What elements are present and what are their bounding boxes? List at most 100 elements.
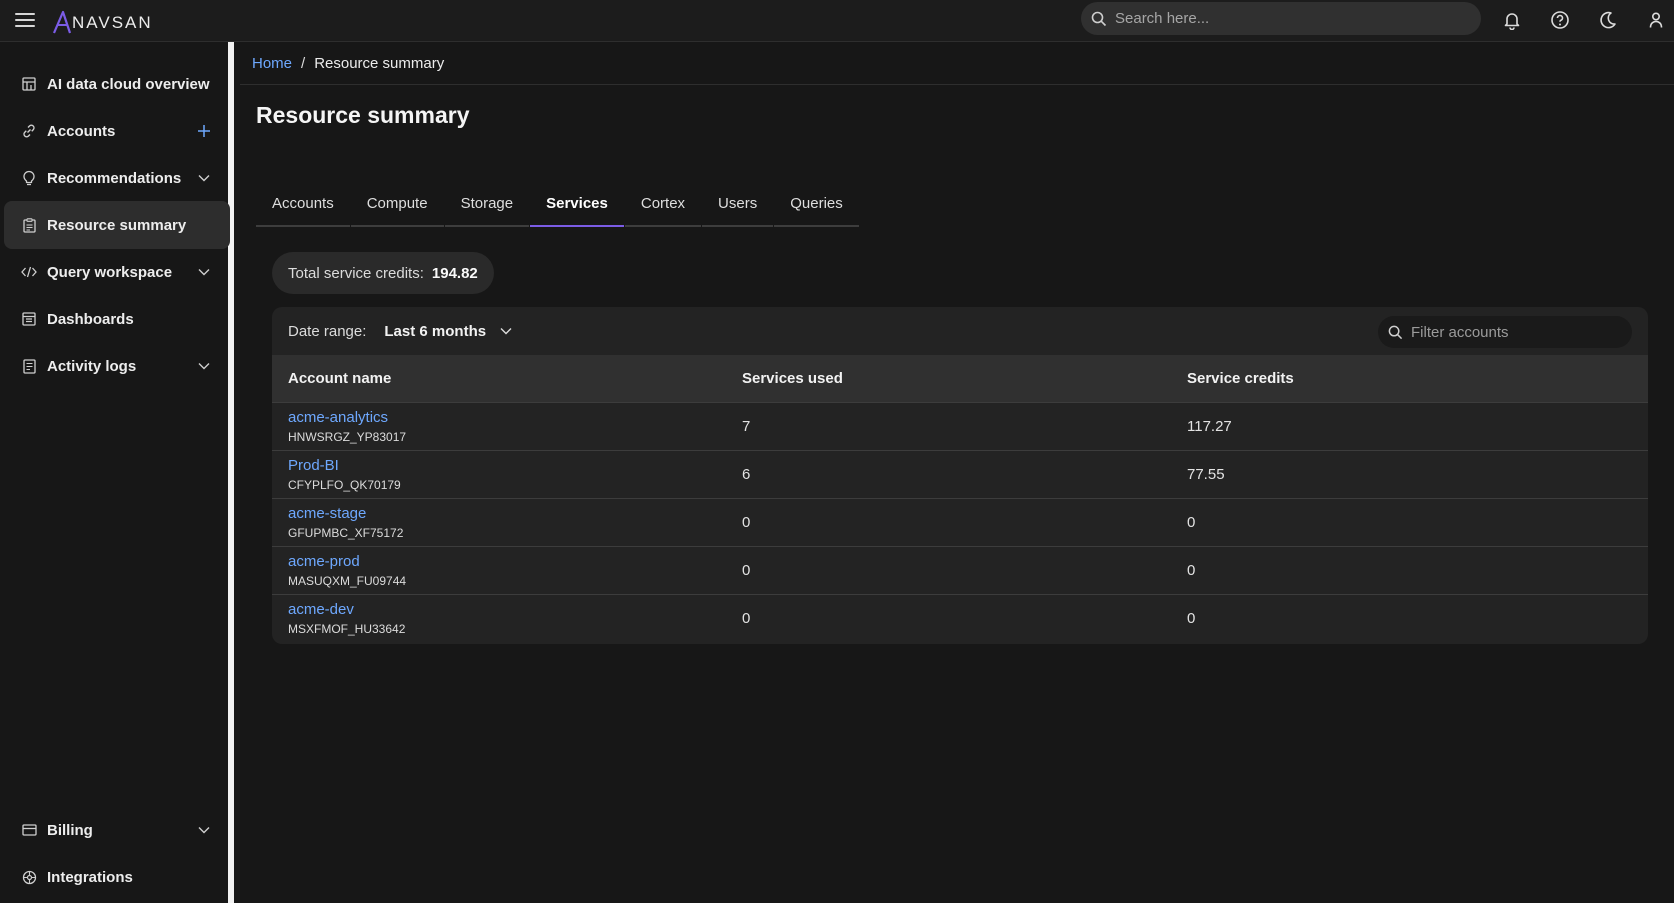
service-credits-cell: 0 — [1187, 561, 1196, 579]
dashboard-icon — [21, 311, 37, 327]
sidebar: AI data cloud overview Accounts Recommen… — [0, 42, 234, 903]
table-toolbar: Date range: Last 6 months — [272, 307, 1648, 355]
services-used-cell: 0 — [742, 561, 751, 579]
table-row: acme-prod MASUQXM_FU09744 0 0 — [272, 546, 1648, 594]
account-id: CFYPLFO_QK70179 — [288, 477, 401, 492]
sidebar-item-dashboards[interactable]: Dashboards — [4, 295, 230, 343]
resource-tabs: Accounts Compute Storage Services Cortex… — [256, 182, 860, 227]
breadcrumb-home-link[interactable]: Home — [252, 55, 292, 72]
chevron-down-icon[interactable] — [196, 358, 212, 374]
code-icon — [21, 264, 37, 280]
brand-text: NAVSAN — [72, 13, 153, 32]
tab-services[interactable]: Services — [530, 182, 624, 227]
tab-users[interactable]: Users — [702, 182, 774, 227]
integrations-hub-icon — [21, 869, 37, 885]
services-used-cell: 7 — [742, 417, 751, 435]
filter-accounts-input[interactable] — [1411, 323, 1611, 341]
date-range-dropdown[interactable]: Last 6 months — [384, 323, 512, 340]
sidebar-item-label: Dashboards — [47, 310, 134, 328]
sidebar-item-accounts[interactable]: Accounts — [4, 107, 230, 155]
account-cell: acme-prod MASUQXM_FU09744 — [272, 546, 742, 594]
tab-queries[interactable]: Queries — [774, 182, 859, 227]
service-credits-cell: 77.55 — [1187, 465, 1225, 483]
account-name-link[interactable]: acme-prod — [288, 553, 742, 571]
search-icon — [1388, 325, 1403, 339]
sidebar-item-query-workspace[interactable]: Query workspace — [4, 248, 230, 296]
account-id: MASUQXM_FU09744 — [288, 573, 407, 588]
account-name-link[interactable]: acme-dev — [288, 601, 742, 619]
sidebar-item-integrations[interactable]: Integrations — [4, 853, 230, 901]
chevron-down-icon[interactable] — [196, 822, 212, 838]
services-used-cell: 0 — [742, 609, 751, 627]
date-range-label: Date range: — [288, 322, 367, 340]
account-name-link[interactable]: Prod-BI — [288, 457, 742, 475]
breadcrumb-separator: / — [301, 54, 306, 72]
table-row: Prod-BI CFYPLFO_QK70179 6 77.55 — [272, 450, 1648, 498]
dark-mode-moon-icon[interactable] — [1596, 8, 1620, 32]
chevron-down-icon[interactable] — [196, 264, 212, 280]
top-bar: NAVSAN — [0, 0, 1674, 42]
sidebar-item-activity-logs[interactable]: Activity logs — [4, 342, 230, 390]
account-name-link[interactable]: acme-stage — [288, 505, 742, 523]
document-list-icon — [21, 358, 37, 374]
sidebar-item-label: Resource summary — [47, 216, 187, 234]
sidebar-item-label: Recommendations — [47, 169, 182, 187]
link-icon — [21, 123, 37, 139]
sidebar-item-label: Billing — [47, 821, 93, 839]
sidebar-item-recommendations[interactable]: Recommendations — [4, 154, 230, 202]
services-used-cell: 6 — [742, 465, 751, 483]
account-id: HNWSRGZ_YP83017 — [288, 429, 407, 444]
sidebar-item-billing[interactable]: Billing — [4, 806, 230, 854]
search-input[interactable] — [1115, 10, 1455, 27]
tab-compute[interactable]: Compute — [350, 182, 444, 227]
help-icon[interactable] — [1548, 8, 1572, 32]
date-range-value: Last 6 months — [384, 322, 487, 340]
add-account-plus-icon[interactable] — [196, 123, 212, 139]
breadcrumb-current: Resource summary — [314, 54, 445, 72]
logo-mark-icon — [52, 10, 72, 34]
total-service-credits-label: Total service credits: — [288, 264, 424, 282]
account-id: MSXFMOF_HU33642 — [288, 621, 406, 636]
sidebar-item-label: Accounts — [47, 122, 116, 140]
sidebar-item-label: AI data cloud overview — [47, 75, 210, 93]
tab-accounts[interactable]: Accounts — [256, 182, 350, 227]
account-id: GFUPMBC_XF75172 — [288, 525, 404, 540]
account-cell: acme-analytics HNWSRGZ_YP83017 — [272, 402, 742, 450]
table-header-row: Account name Services used Service credi… — [272, 355, 1648, 402]
user-profile-icon[interactable] — [1644, 8, 1668, 32]
logo[interactable]: NAVSAN — [52, 6, 153, 34]
account-cell: Prod-BI CFYPLFO_QK70179 — [272, 450, 742, 498]
column-header-services-used[interactable]: Services used — [742, 355, 1187, 402]
chevron-down-icon — [500, 327, 512, 335]
page-title: Resource summary — [256, 102, 470, 128]
credit-card-icon — [21, 822, 37, 838]
total-service-credits-value: 194.82 — [431, 264, 478, 282]
table-row: acme-stage GFUPMBC_XF75172 0 0 — [272, 498, 1648, 546]
service-credits-cell: 0 — [1187, 513, 1196, 531]
sidebar-item-resource-summary[interactable]: Resource summary — [4, 201, 230, 249]
sidebar-item-label: Activity logs — [47, 357, 137, 375]
tab-cortex[interactable]: Cortex — [624, 182, 702, 227]
notifications-bell-icon[interactable] — [1500, 8, 1524, 32]
tab-storage[interactable]: Storage — [444, 182, 530, 227]
services-used-cell: 0 — [742, 513, 751, 531]
account-cell: acme-stage GFUPMBC_XF75172 — [272, 498, 742, 546]
filter-accounts[interactable] — [1378, 316, 1632, 348]
dashboard-grid-icon — [21, 76, 37, 92]
clipboard-icon — [21, 217, 37, 233]
breadcrumb: Home / Resource summary — [240, 42, 1674, 85]
main-content: Home / Resource summary Resource summary… — [240, 42, 1674, 903]
services-table-card: Date range: Last 6 months Account name S… — [272, 307, 1648, 644]
service-credits-cell: 117.27 — [1187, 417, 1232, 435]
global-search[interactable] — [1081, 2, 1481, 35]
account-name-link[interactable]: acme-analytics — [288, 409, 742, 427]
sidebar-item-ai-data-cloud-overview[interactable]: AI data cloud overview — [4, 60, 230, 108]
table-row: acme-dev MSXFMOF_HU33642 0 0 — [272, 594, 1648, 642]
column-header-service-credits[interactable]: Service credits — [1187, 355, 1648, 402]
services-table: Account name Services used Service credi… — [272, 355, 1648, 642]
chevron-down-icon[interactable] — [196, 170, 212, 186]
sidebar-item-label: Query workspace — [47, 263, 173, 281]
sidebar-item-label: Integrations — [47, 868, 133, 886]
column-header-account-name[interactable]: Account name — [272, 355, 742, 402]
menu-icon[interactable] — [15, 10, 35, 30]
